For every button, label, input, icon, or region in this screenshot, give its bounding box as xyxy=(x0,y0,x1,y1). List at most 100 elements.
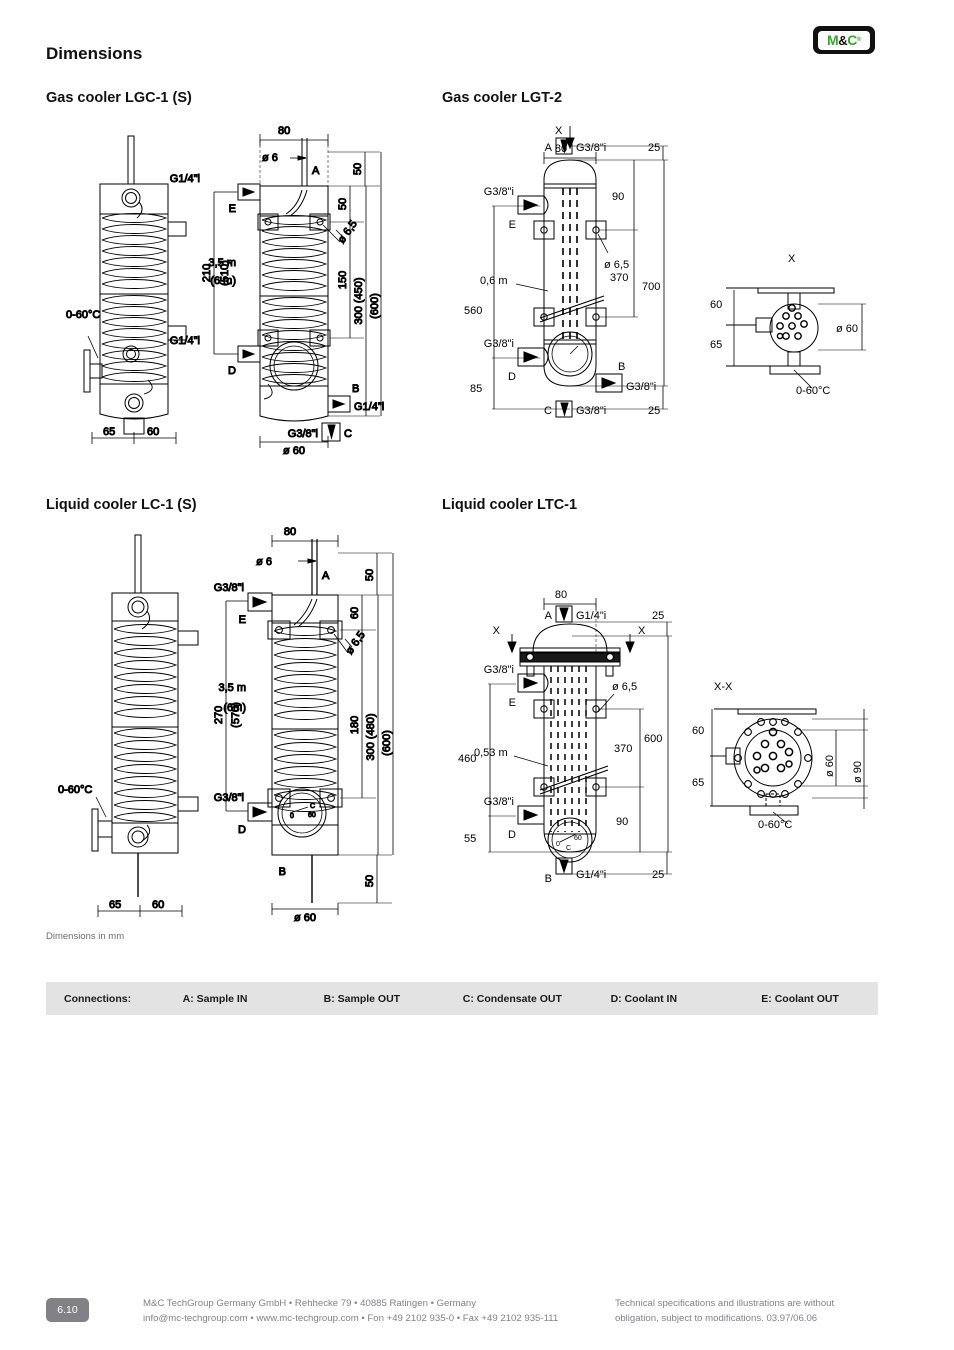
ltc-dim-90: 90 xyxy=(616,816,628,828)
lgc-diameter-60: ø 60 xyxy=(283,445,305,457)
ltc-thread-b: G1/4"i xyxy=(576,869,606,881)
lgt-cross-dim-65: 65 xyxy=(710,339,722,351)
disclaimer-line2: obligation, subject to modifications. 03… xyxy=(615,1312,818,1324)
page-number-badge: 6.10 xyxy=(46,1298,89,1322)
ltc-thread-e: G3/8"i xyxy=(484,664,514,676)
company-address-line2: info@mc-techgroup.com • www.mc-techgroup… xyxy=(143,1312,559,1324)
lc-dim-50-top: 50 xyxy=(364,569,376,581)
ltc-port-e: E xyxy=(509,697,516,709)
lgt-thread-e: G3/8"i xyxy=(484,186,514,198)
drawing-lgt-cross-dims: 60 65 xyxy=(696,286,746,376)
lgt-section-mark: X xyxy=(555,125,563,137)
ltc-gauge-c: C xyxy=(566,845,571,852)
connection-item-a: A: Sample IN xyxy=(182,992,248,1005)
ltc-dim-25-bottom: 25 xyxy=(652,869,664,881)
section-title-lgt: Gas cooler LGT-2 xyxy=(442,90,563,106)
ltc-cross-dia-90: ø 90 xyxy=(852,761,864,783)
ltc-cross-label: X-X xyxy=(714,681,733,693)
connection-item-e: E: Coolant OUT xyxy=(761,992,839,1005)
ltc-section-mark-right: X xyxy=(638,625,646,637)
ltc-cross-dim-60: 60 xyxy=(692,725,704,737)
lc-gauge-zero: 0 xyxy=(290,813,294,820)
connections-legend: Connections: A: Sample IN B: Sample OUT … xyxy=(46,982,878,1015)
lgc-thread-c: G3/8"i xyxy=(288,428,318,440)
lgc-dim-50-second: 50 xyxy=(337,198,349,210)
lc-dim-60: 60 xyxy=(349,607,361,619)
lgt-cross-dia-60: ø 60 xyxy=(836,323,858,335)
drawing-lgt-2: X 80 A G3/8"i C G3/8"i G3/8"i E G3/8"i D… xyxy=(452,118,682,448)
lc-dim-65: 65 xyxy=(109,899,121,911)
lc-dim-270: 270 xyxy=(213,706,225,724)
lgt-dim-700: 700 xyxy=(642,281,660,293)
lgt-cross-label: X xyxy=(788,253,796,265)
lgc-port-c: C xyxy=(344,428,352,440)
logo-letter-m: M xyxy=(826,32,839,48)
lgc-dim-80: 80 xyxy=(278,125,290,137)
ltc-cross-temp: 0-60°C xyxy=(758,819,792,831)
section-title-lc: Liquid cooler LC-1 (S) xyxy=(46,497,197,513)
lgc-dim-150: 150 xyxy=(337,271,349,289)
ltc-port-b: B xyxy=(545,873,552,885)
lgc-thread-e: G1/4"i xyxy=(170,173,200,185)
drawing-lc-1: 0-60°C 65 60 80 ø 6 A G3/8"i E G3/8"i D … xyxy=(40,525,410,925)
lgc-port-d: D xyxy=(228,365,236,377)
lgt-dim-25-top: 25 xyxy=(648,142,660,154)
company-address: M&C TechGroup Germany GmbH • Rehhecke 79… xyxy=(143,1297,558,1327)
lgt-cross-dim-60: 60 xyxy=(710,299,722,311)
ltc-dim-600: 600 xyxy=(644,733,662,745)
lc-port-d: D xyxy=(238,824,246,836)
lgt-dim-80: 80 xyxy=(555,143,567,155)
lgc-dim-65: 65 xyxy=(103,426,115,438)
ltc-port-d: D xyxy=(508,829,516,841)
company-address-line1: M&C TechGroup Germany GmbH • Rehhecke 79… xyxy=(143,1298,477,1309)
lgt-port-e: E xyxy=(509,219,516,231)
lgc-tube-diameter: ø 6 xyxy=(262,152,278,164)
lgc-thread-d: G1/4"i xyxy=(170,335,200,347)
lgt-port-a: A xyxy=(545,142,553,154)
page-title: Dimensions xyxy=(46,44,143,63)
lc-hole-diameter: ø 6,5 xyxy=(344,629,368,656)
lgt-dim-85: 85 xyxy=(470,383,482,395)
lc-dim-180: 180 xyxy=(349,716,361,734)
lc-gauge-c: C xyxy=(310,803,315,810)
lgt-dim-90: 90 xyxy=(612,191,624,203)
lc-dim-300-480: 300 (480) xyxy=(365,713,377,760)
ltc-gauge-zero: 0 xyxy=(556,841,560,848)
lgc-dim-510: (510) xyxy=(219,260,231,286)
disclaimer-line1: Technical specifications and illustratio… xyxy=(615,1298,835,1309)
logo-letter-c: C xyxy=(847,32,857,48)
lgt-hole-diameter: ø 6,5 xyxy=(604,259,629,271)
lgt-dim-25-bottom: 25 xyxy=(648,405,660,417)
lc-tube-diameter: ø 6 xyxy=(256,556,272,568)
lc-diameter-60: ø 60 xyxy=(294,912,316,924)
lgc-dim-50-top: 50 xyxy=(352,163,364,175)
ltc-thread-d: G3/8"i xyxy=(484,796,514,808)
lc-dim-80: 80 xyxy=(284,526,296,538)
connection-item-d: D: Coolant IN xyxy=(610,992,678,1005)
lgt-thread-b: G3/8"i xyxy=(626,381,656,393)
ltc-gauge-60: 60 xyxy=(574,835,582,842)
lc-dim-60: 60 xyxy=(152,899,164,911)
lc-dim-50-bottom: 50 xyxy=(364,875,376,887)
lc-coil-length: 3,5 m xyxy=(218,682,246,694)
connections-label: Connections: xyxy=(64,992,132,1005)
lc-dim-600: (600) xyxy=(381,730,393,756)
lgc-port-b: B xyxy=(352,383,359,395)
lc-port-b: B xyxy=(279,866,286,878)
legal-disclaimer: Technical specifications and illustratio… xyxy=(615,1297,834,1327)
lc-side-view xyxy=(91,534,199,917)
mc-logo-text: M & C ® xyxy=(818,30,870,50)
ltc-section-mark-left: X xyxy=(493,625,501,637)
lc-port-a: A xyxy=(322,570,330,582)
lgc-temp-label: 0-60°C xyxy=(66,309,100,321)
ltc-hole-diameter: ø 6,5 xyxy=(612,681,637,693)
lgt-coil-length: 0,6 m xyxy=(480,275,508,287)
lc-gauge-60: 60 xyxy=(308,812,316,819)
mc-logo: M & C ® xyxy=(813,26,875,54)
ltc-port-a: A xyxy=(545,610,553,622)
connection-item-b: B: Sample OUT xyxy=(323,992,401,1005)
lgt-thread-d: G3/8"i xyxy=(484,338,514,350)
lgc-dim-300-450: 300 (450) xyxy=(353,277,365,324)
lgc-dim-210: 210 xyxy=(201,264,213,282)
ltc-cross-dia-60: ø 60 xyxy=(824,755,836,777)
